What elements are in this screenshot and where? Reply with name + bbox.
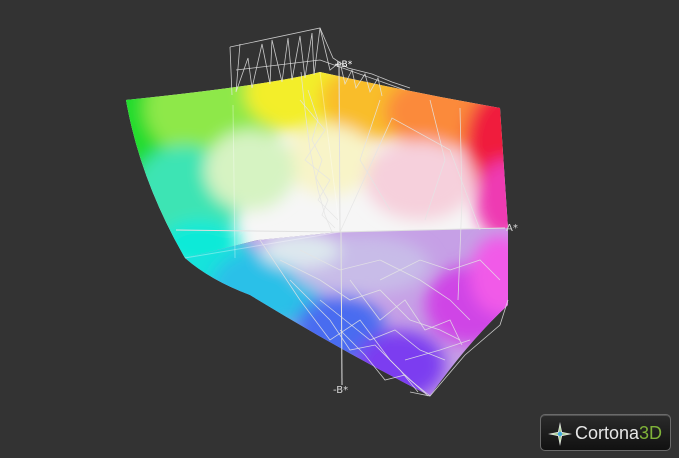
axis-label-a-positive: A* [506,223,518,234]
cortona3d-logo[interactable]: Cortona3D [540,414,671,451]
axis-label-b-positive: +B* [334,60,353,70]
axis-label-b-negative: -B* [333,385,349,396]
logo-brand: Cortona [575,423,640,443]
cortona-star-icon [548,422,572,446]
vrml-viewport[interactable]: A* -B* +B* Cortona3D [0,0,679,458]
logo-suffix: 3D [639,423,663,443]
logo-wordmark: Cortona3D [575,423,662,443]
